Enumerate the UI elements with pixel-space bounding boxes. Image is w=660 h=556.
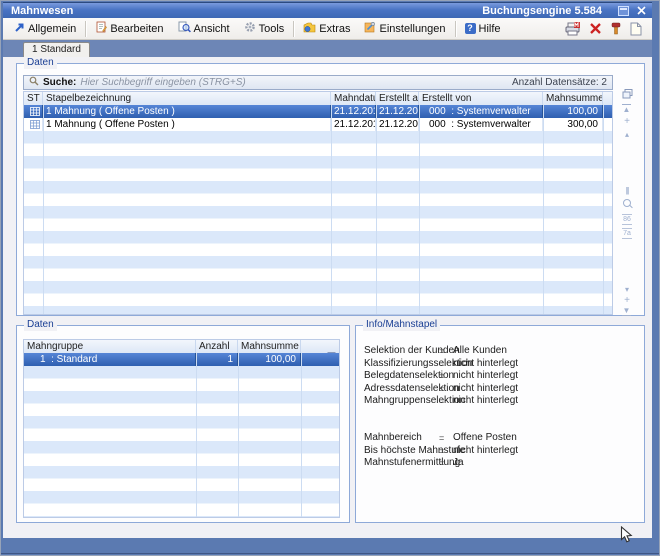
repair-tool-icon[interactable] [610,22,622,35]
menu-bearbeiten[interactable]: Bearbeiten [88,19,170,38]
table-row[interactable]: 1 Mahnung ( Offene Posten ) 21.12.2016 2… [24,105,612,118]
col-extra [603,92,612,105]
copy-grid-icon[interactable] [618,89,636,101]
table-header[interactable]: ST Stapelbezeichnung Mahndatum Erstellt … [24,92,612,106]
menu-einstellungen[interactable]: Einstellungen [357,19,452,38]
col-erstellt-am[interactable]: Erstellt am [376,92,419,105]
new-document-icon[interactable] [630,22,642,36]
info-row: Mahnstufenermittlung=Ja [356,457,644,469]
search-table-icon[interactable] [618,199,636,209]
col-mahngruppe[interactable]: Mahngruppe [24,340,196,353]
tab-strip: 1 Standard [3,40,652,57]
gear-icon [244,21,256,36]
batch-grid-icon [30,107,40,118]
group-label-daten-bl: Daten [24,319,57,331]
col-mahnsumme[interactable]: Mahnsumme € [238,340,301,353]
info-row: Bis höchste Mahnstufe=nicht hinterlegt [356,445,644,457]
page-down-icon[interactable]: + [618,296,636,305]
menu-bar: Allgemein Bearbeiten Ansicht Tools Extra… [3,18,652,40]
restore-window-icon[interactable] [618,6,629,16]
row-up-icon[interactable]: ▴ [618,130,636,139]
menu-ansicht[interactable]: Ansicht [171,19,237,38]
search-label: Suche: [43,77,76,88]
go-first-icon[interactable]: ▲ [622,104,631,114]
row-type-cell [24,118,43,131]
print-dunning-icon[interactable] [565,22,581,36]
info-row: Belegdatenselektion=nicht hinterlegt [356,370,644,382]
page-up-icon[interactable]: + [618,117,636,126]
mahnstapel-table: ST Stapelbezeichnung Mahndatum Erstellt … [23,91,613,315]
col-extra [301,340,339,353]
info-mahnstapel-group: Info/Mahnstapel Selektion der Kunden=All… [355,325,645,523]
empty-rows-stripes [24,366,339,517]
record-count-icon[interactable]: 86 [622,214,632,225]
mouse-cursor [620,526,635,547]
window-title: Mahnwesen [3,5,73,17]
menu-allgemein[interactable]: Allgemein [7,20,83,38]
col-erstellt-von[interactable]: Erstellt von [419,92,543,105]
close-window-icon[interactable] [637,6,646,15]
row-down-icon[interactable]: ▾ [618,285,636,294]
table-nav-strip: ▲ + ▴ ||| 86 7a ▾ + ▼ [618,89,636,313]
go-last-icon[interactable]: ▼ [622,306,631,316]
batch-grid-icon [30,120,40,131]
daten-group-main: Daten Suche: Hier Suchbegriff eingeben (… [16,63,645,316]
group-label-info: Info/Mahnstapel [363,319,440,331]
record-count-label: Anzahl Datensätze: 2 [512,77,607,88]
col-anzahl[interactable]: Anzahl [196,340,238,353]
sort-icon[interactable]: 7a [622,228,632,239]
window-frame-outer: Mahnwesen Buchungsengine 5.584 Allgemein… [0,0,660,556]
group-label-daten: Daten [24,57,57,69]
tab-standard[interactable]: 1 Standard [23,42,90,57]
toolbar-actions [565,22,652,36]
edit-notebook-icon [95,21,107,36]
row-type-cell [24,105,43,118]
daten-group-mahngruppe: Daten Mahngruppe Anzahl Mahnsumme € 1 : … [16,325,350,523]
arrow-up-right-icon [14,22,25,36]
table-row[interactable]: 1 Mahnung ( Offene Posten ) 21.12.2016 2… [24,118,612,131]
menu-separator [85,21,86,37]
search-bar[interactable]: Suche: Hier Suchbegriff eingeben (STRG+S… [23,75,613,90]
settings-card-icon [364,21,376,36]
mahngruppe-table: Mahngruppe Anzahl Mahnsumme € 1 : Standa… [23,339,340,518]
engine-version-label: Buchungsengine 5.584 [482,5,618,17]
magnifier-page-icon [178,21,191,36]
table-header[interactable]: Mahngruppe Anzahl Mahnsumme € [24,340,339,354]
info-row: Adressdatenselektion=nicht hinterlegt [356,383,644,395]
title-bar: Mahnwesen Buchungsengine 5.584 [3,2,652,18]
menu-separator [293,21,294,37]
table-row[interactable]: 1 : Standard 1 100,00 [24,353,339,366]
info-row: Selektion der Kunden=Alle Kunden [356,345,644,357]
copy-grid-icon[interactable] [301,341,336,353]
search-placeholder: Hier Suchbegriff eingeben (STRG+S) [80,77,245,88]
delete-icon[interactable] [589,22,602,35]
col-mahnsumme[interactable]: Mahnsumme € [543,92,603,105]
column-chooser-icon[interactable]: ||| [618,186,636,195]
col-st[interactable]: ST [24,92,43,105]
empty-rows-stripes [24,131,612,314]
menu-hilfe[interactable]: ? Hilfe [458,21,508,37]
menu-separator [455,21,456,37]
col-mahndatum[interactable]: Mahndatum [331,92,376,105]
info-row: Mahngruppenselektion=nicht hinterlegt [356,395,644,407]
help-icon: ? [465,23,476,34]
col-stapelbezeichnung[interactable]: Stapelbezeichnung [43,92,331,105]
menu-extras[interactable]: Extras [296,20,357,38]
folder-extras-icon [303,22,316,36]
info-row: Klassifizierungsselektion=nicht hinterle… [356,358,644,370]
info-row: Mahnbereich=Offene Posten [356,432,644,444]
menu-tools[interactable]: Tools [237,19,292,38]
search-icon [29,76,39,89]
